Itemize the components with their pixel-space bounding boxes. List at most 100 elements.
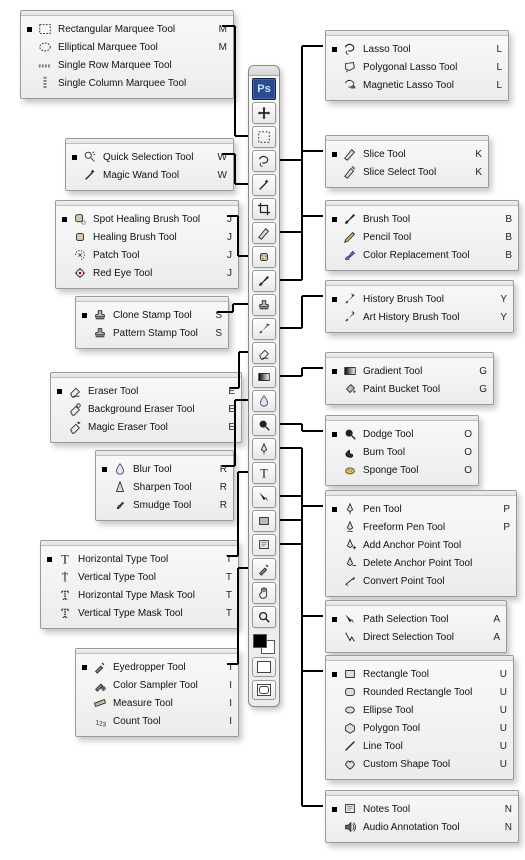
tool-option[interactable]: Notes ToolN bbox=[332, 800, 512, 818]
tool-option[interactable]: Ellipse ToolU bbox=[332, 701, 507, 719]
tool-option[interactable]: Patch ToolJ bbox=[62, 246, 232, 264]
tool-option[interactable]: Rounded Rectangle ToolU bbox=[332, 683, 507, 701]
tool-option[interactable]: Single Row Marquee Tool bbox=[27, 56, 227, 74]
tool-option[interactable]: Path Selection ToolA bbox=[332, 610, 500, 628]
tool-path-button[interactable] bbox=[252, 486, 276, 508]
tool-option[interactable]: Clone Stamp ToolS bbox=[82, 306, 222, 324]
tool-stamp-button[interactable] bbox=[252, 294, 276, 316]
tool-shape-button[interactable] bbox=[252, 510, 276, 532]
connector-line bbox=[280, 375, 302, 377]
tool-option[interactable]: Healing Brush ToolJ bbox=[62, 228, 232, 246]
flyout-dodge: Dodge ToolOBurn ToolOSponge ToolO bbox=[325, 415, 479, 486]
tool-label: History Brush Tool bbox=[363, 294, 490, 305]
tool-option[interactable]: Delete Anchor Point Tool bbox=[332, 554, 510, 572]
tool-option[interactable]: Spot Healing Brush ToolJ bbox=[62, 210, 232, 228]
tool-option[interactable]: Magnetic Lasso ToolL bbox=[332, 76, 502, 94]
tool-option[interactable]: Custom Shape ToolU bbox=[332, 755, 507, 773]
tool-label: Healing Brush Tool bbox=[93, 232, 215, 243]
tool-option[interactable]: Add Anchor Point Tool bbox=[332, 536, 510, 554]
tool-zoom-button[interactable] bbox=[252, 606, 276, 628]
connector-line bbox=[239, 351, 248, 353]
palette-header[interactable] bbox=[249, 66, 279, 76]
connector-line bbox=[302, 670, 323, 672]
tool-option[interactable]: Convert Point Tool bbox=[332, 572, 510, 590]
tool-dodge-button[interactable] bbox=[252, 414, 276, 436]
tool-lasso-button[interactable] bbox=[252, 150, 276, 172]
tool-option[interactable]: Eyedropper ToolI bbox=[82, 658, 232, 676]
tool-option[interactable]: Pattern Stamp ToolS bbox=[82, 324, 222, 342]
tool-label: Delete Anchor Point Tool bbox=[363, 558, 493, 569]
tool-option[interactable]: Color Replacement ToolB bbox=[332, 246, 512, 264]
tool-option[interactable]: Slice Select ToolK bbox=[332, 163, 482, 181]
flyout-pen: Pen ToolPFreeform Pen ToolPAdd Anchor Po… bbox=[325, 490, 517, 597]
tool-shortcut: U bbox=[495, 741, 507, 752]
tool-slice-button[interactable] bbox=[252, 222, 276, 244]
tool-move-button[interactable] bbox=[252, 102, 276, 124]
tool-history-button[interactable] bbox=[252, 318, 276, 340]
tool-healing-button[interactable] bbox=[252, 246, 276, 268]
tool-option[interactable]: Single Column Marquee Tool bbox=[27, 74, 227, 92]
tool-option[interactable]: Sharpen ToolR bbox=[102, 478, 227, 496]
tool-option[interactable]: Background Eraser ToolE bbox=[57, 400, 235, 418]
tool-option[interactable]: Direct Selection ToolA bbox=[332, 628, 500, 646]
tool-shortcut: L bbox=[490, 44, 502, 55]
tool-option[interactable]: 123Count ToolI bbox=[82, 712, 232, 730]
tool-option[interactable]: Polygon ToolU bbox=[332, 719, 507, 737]
tool-pen-button[interactable] bbox=[252, 438, 276, 460]
tool-eyedropper-button[interactable] bbox=[252, 558, 276, 580]
tool-crop-button[interactable] bbox=[252, 198, 276, 220]
tool-option[interactable]: Magic Wand ToolW bbox=[72, 166, 227, 184]
color-swatches[interactable] bbox=[253, 634, 275, 654]
tool-option[interactable]: Red Eye ToolJ bbox=[62, 264, 232, 282]
tool-hand-button[interactable] bbox=[252, 582, 276, 604]
wand-icon bbox=[82, 167, 98, 183]
active-indicator-icon bbox=[82, 665, 87, 670]
tool-option[interactable]: Brush ToolB bbox=[332, 210, 512, 228]
tool-option[interactable]: Audio Annotation ToolN bbox=[332, 818, 512, 836]
tool-option[interactable]: History Brush ToolY bbox=[332, 290, 507, 308]
tool-blur-button[interactable] bbox=[252, 390, 276, 412]
tool-option[interactable]: Gradient ToolG bbox=[332, 362, 487, 380]
tool-option[interactable]: Rectangular Marquee ToolM bbox=[27, 20, 227, 38]
tool-option[interactable]: Pen ToolP bbox=[332, 500, 510, 518]
tool-option[interactable]: Blur ToolR bbox=[102, 460, 227, 478]
tool-option[interactable]: Polygonal Lasso ToolL bbox=[332, 58, 502, 76]
screen-mode-button[interactable] bbox=[252, 680, 276, 700]
connector-line bbox=[230, 387, 239, 389]
tool-shortcut: L bbox=[490, 80, 502, 91]
tool-option[interactable]: Smudge ToolR bbox=[102, 496, 227, 514]
tool-option[interactable]: Slice ToolK bbox=[332, 145, 482, 163]
quick-mask-button[interactable] bbox=[252, 657, 276, 677]
tool-option[interactable]: Dodge ToolO bbox=[332, 425, 472, 443]
tool-option[interactable]: Eraser ToolE bbox=[57, 382, 235, 400]
tool-option[interactable]: Quick Selection ToolW bbox=[72, 148, 227, 166]
tool-notes-button[interactable] bbox=[252, 534, 276, 556]
flyout-blur: Blur ToolRSharpen ToolRSmudge ToolR bbox=[95, 450, 234, 521]
tool-option[interactable]: Paint Bucket ToolG bbox=[332, 380, 487, 398]
tool-brush-button[interactable] bbox=[252, 270, 276, 292]
tool-type-button[interactable]: T bbox=[252, 462, 276, 484]
tool-option[interactable]: Rectangle ToolU bbox=[332, 665, 507, 683]
tool-option[interactable]: Burn ToolO bbox=[332, 443, 472, 461]
tool-option[interactable]: THorizontal Type Mask ToolT bbox=[47, 586, 232, 604]
tool-option[interactable]: Art History Brush ToolY bbox=[332, 308, 507, 326]
tool-option[interactable]: Measure ToolI bbox=[82, 694, 232, 712]
tool-option[interactable]: TVertical Type ToolT bbox=[47, 568, 232, 586]
tool-option[interactable]: Sponge ToolO bbox=[332, 461, 472, 479]
tool-gradient-button[interactable] bbox=[252, 366, 276, 388]
tool-option[interactable]: Freeform Pen ToolP bbox=[332, 518, 510, 536]
tool-option[interactable]: Color Sampler ToolI bbox=[82, 676, 232, 694]
flyout-header bbox=[326, 31, 508, 36]
tool-option[interactable]: TVertical Type Mask ToolT bbox=[47, 604, 232, 622]
tool-option[interactable]: Pencil ToolB bbox=[332, 228, 512, 246]
tool-marquee-button[interactable] bbox=[252, 126, 276, 148]
tool-option[interactable]: Lasso ToolL bbox=[332, 40, 502, 58]
tool-option[interactable]: Magic Eraser ToolE bbox=[57, 418, 235, 436]
connector-line bbox=[222, 153, 235, 155]
tool-option[interactable]: Elliptical Marquee ToolM bbox=[27, 38, 227, 56]
tool-eraser-button[interactable] bbox=[252, 342, 276, 364]
tool-option[interactable]: Line ToolU bbox=[332, 737, 507, 755]
tool-wand-button[interactable] bbox=[252, 174, 276, 196]
tool-shortcut: G bbox=[475, 384, 487, 395]
tool-option[interactable]: THorizontal Type ToolT bbox=[47, 550, 232, 568]
